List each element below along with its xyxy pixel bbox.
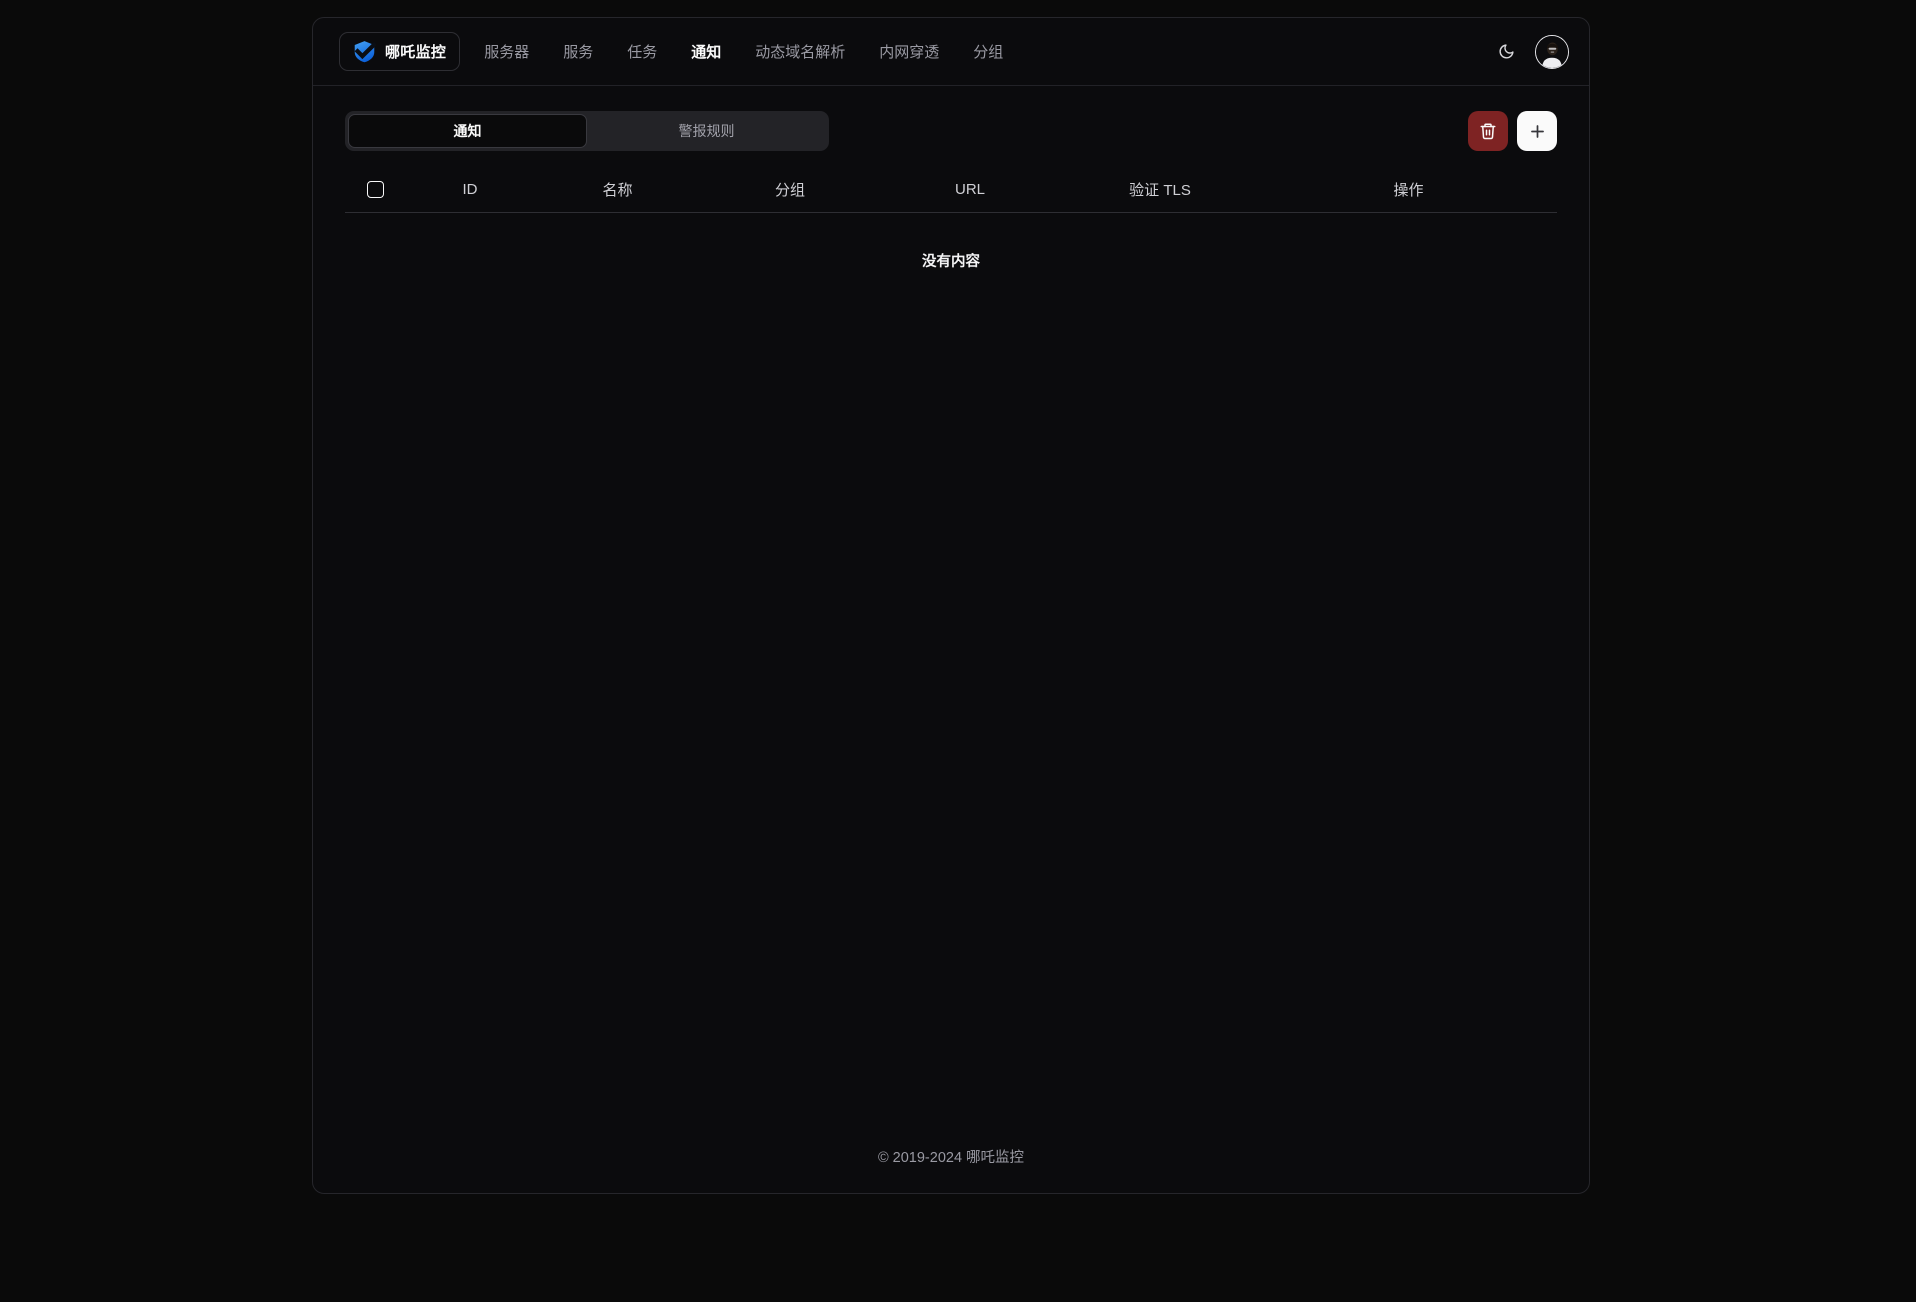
moon-icon — [1498, 43, 1515, 60]
nav-item-ddns[interactable]: 动态域名解析 — [755, 41, 845, 62]
select-all-checkbox[interactable] — [367, 181, 384, 198]
add-button[interactable] — [1517, 111, 1557, 151]
main-panel: 哪吒监控 服务器 服务 任务 通知 动态域名解析 内网穿透 分组 — [312, 17, 1590, 1194]
user-avatar[interactable] — [1535, 35, 1569, 69]
table-header-group: 分组 — [700, 179, 880, 200]
theme-toggle-button[interactable] — [1489, 35, 1523, 69]
tab-alert-rules[interactable]: 警报规则 — [587, 114, 826, 148]
tab-notifications[interactable]: 通知 — [348, 114, 587, 148]
nav-item-notifications[interactable]: 通知 — [691, 41, 721, 62]
delete-button[interactable] — [1468, 111, 1508, 151]
navbar: 哪吒监控 服务器 服务 任务 通知 动态域名解析 内网穿透 分组 — [313, 18, 1589, 86]
table-header-actions: 操作 — [1260, 179, 1557, 200]
nav-item-groups[interactable]: 分组 — [973, 41, 1003, 62]
toolbar-actions — [1468, 111, 1557, 151]
navbar-right — [1489, 35, 1569, 69]
brand-logo-button[interactable]: 哪吒监控 — [339, 32, 460, 71]
toolbar: 通知 警报规则 — [345, 111, 1557, 151]
brand-name: 哪吒监控 — [385, 41, 446, 62]
table-header-url: URL — [880, 181, 1060, 198]
nav-links: 服务器 服务 任务 通知 动态域名解析 内网穿透 分组 — [484, 41, 1003, 62]
nav-item-servers[interactable]: 服务器 — [484, 41, 529, 62]
table-header-id: ID — [405, 181, 535, 198]
table-header-verify-tls: 验证 TLS — [1060, 179, 1260, 200]
tab-switcher: 通知 警报规则 — [345, 111, 829, 151]
content-area: 通知 警报规则 — [313, 111, 1589, 1218]
trash-icon — [1479, 122, 1497, 140]
empty-state-text: 没有内容 — [345, 250, 1557, 271]
table-header-select — [345, 181, 405, 198]
nav-item-tasks[interactable]: 任务 — [627, 41, 657, 62]
nav-item-services[interactable]: 服务 — [563, 41, 593, 62]
table-header-row: ID 名称 分组 URL 验证 TLS 操作 — [345, 167, 1557, 213]
table-header-name: 名称 — [535, 179, 700, 200]
nav-item-nat[interactable]: 内网穿透 — [879, 41, 939, 62]
footer-copyright: © 2019-2024 哪吒监控 — [313, 1146, 1589, 1167]
shield-check-icon — [353, 40, 376, 63]
plus-icon — [1528, 122, 1547, 141]
